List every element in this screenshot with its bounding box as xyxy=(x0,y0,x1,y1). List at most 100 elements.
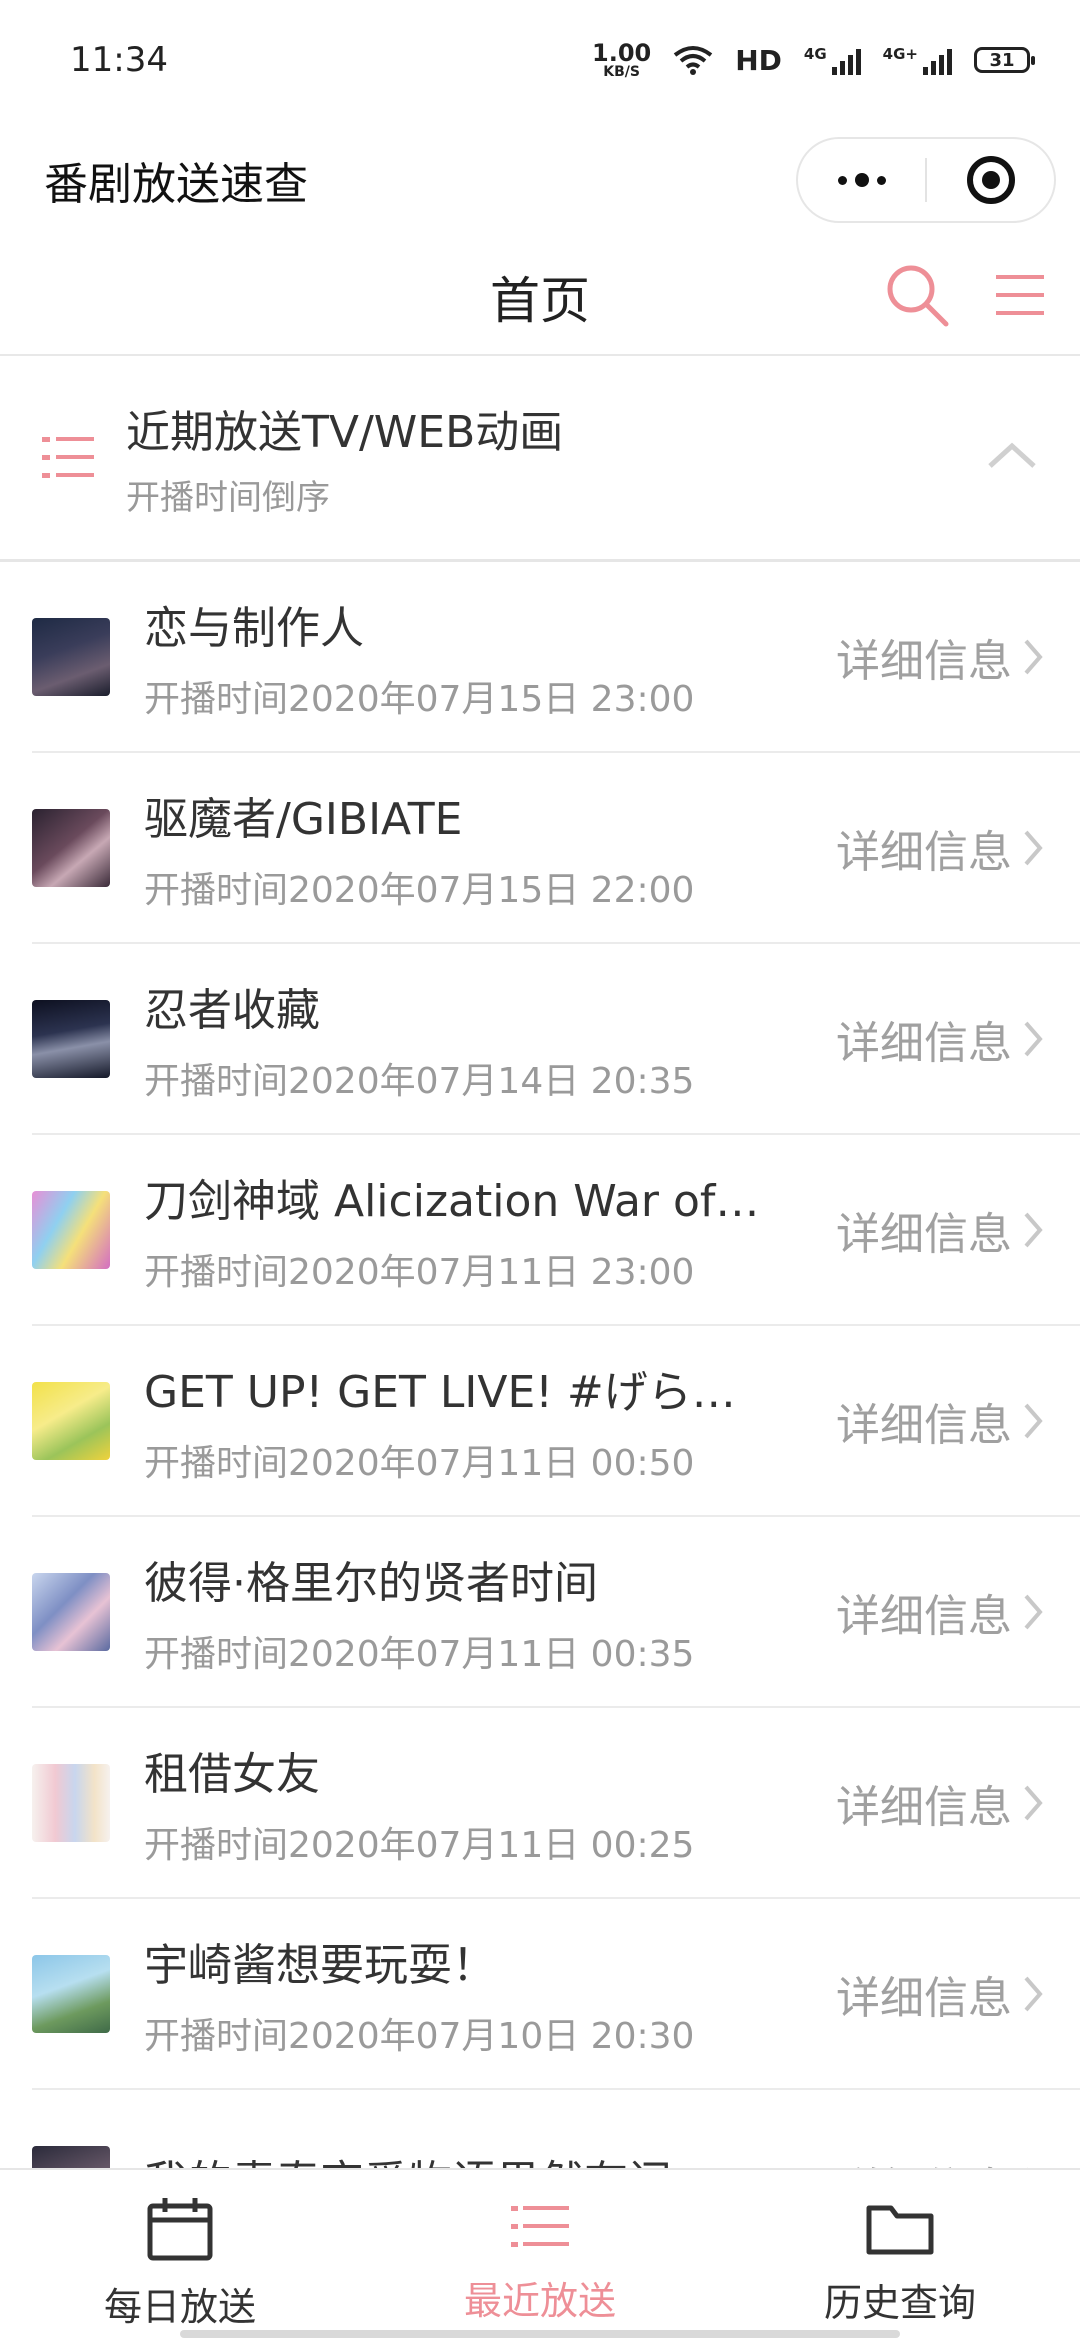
detail-link[interactable]: 详细信息 xyxy=(836,753,1044,942)
anime-list: 恋与制作人 开播时间2020年07月15日 23:00 详细信息 驱魔者/GIB… xyxy=(0,562,1080,2168)
page-title: 首页 xyxy=(490,272,590,330)
item-time: 开播时间2020年07月11日 00:35 xyxy=(144,1633,695,1675)
detail-link[interactable]: 详细信息 xyxy=(836,1326,1044,1515)
chevron-right-icon xyxy=(1024,1403,1043,1438)
menu-icon[interactable] xyxy=(992,267,1048,323)
status-time: 11:34 xyxy=(70,40,168,80)
tab-label: 最近放送 xyxy=(463,2279,616,2323)
cover-thumbnail xyxy=(32,1381,110,1460)
chevron-right-icon xyxy=(1024,1594,1043,1629)
detail-label: 详细信息 xyxy=(836,1208,1012,1260)
item-title: 租借女友 xyxy=(144,1748,320,1800)
chevron-right-icon xyxy=(1024,830,1043,865)
target-icon xyxy=(966,156,1015,204)
item-time: 开播时间2020年07月15日 23:00 xyxy=(144,678,695,720)
list-item[interactable]: 我的青春恋爱物语果然有问… 详细信息 xyxy=(32,2090,1080,2168)
item-title: GET UP! GET LIVE! #げらげら xyxy=(144,1366,764,1418)
cover-thumbnail xyxy=(32,1572,110,1651)
search-icon[interactable] xyxy=(882,260,952,330)
item-time: 开播时间2020年07月15日 22:00 xyxy=(144,869,695,911)
detail-label: 详细信息 xyxy=(836,1017,1012,1069)
list-icon xyxy=(42,436,94,478)
item-title: 彼得·格里尔的贤者时间 xyxy=(144,1557,598,1609)
item-title: 驱魔者/GIBIATE xyxy=(144,793,463,845)
chevron-right-icon xyxy=(1024,1212,1043,1247)
list-item[interactable]: 驱魔者/GIBIATE 开播时间2020年07月15日 22:00 详细信息 xyxy=(32,753,1080,944)
net-speed-value: 1.00 xyxy=(592,39,652,67)
net-speed-unit: KB/S xyxy=(603,64,640,80)
detail-link[interactable]: 详细信息 xyxy=(836,1135,1044,1324)
nav-icons xyxy=(882,260,1048,330)
signal-icon-1: 4G xyxy=(804,45,861,75)
status-bar: 11:34 1.00 KB/S HD 4G 4G+ 31 xyxy=(0,0,1080,120)
battery-icon: 31 xyxy=(974,47,1035,73)
list-item[interactable]: 恋与制作人 开播时间2020年07月15日 23:00 详细信息 xyxy=(32,562,1080,753)
list-icon xyxy=(511,2206,569,2247)
item-time: 开播时间2020年07月14日 20:35 xyxy=(144,1060,695,1102)
tab-label: 每日放送 xyxy=(103,2285,256,2329)
item-title: 我的青春恋爱物语果然有问… xyxy=(144,2146,764,2169)
detail-link[interactable]: 详细信息 xyxy=(836,944,1044,1133)
cover-thumbnail xyxy=(32,1190,110,1269)
chevron-right-icon xyxy=(1024,1021,1043,1056)
item-time: 开播时间2020年07月11日 23:00 xyxy=(144,1251,695,1293)
detail-link[interactable]: 详细信息 xyxy=(836,562,1044,751)
tab-bar: 每日放送 最近放送 历史查询 xyxy=(0,2168,1080,2340)
item-time: 开播时间2020年07月11日 00:50 xyxy=(144,1442,695,1484)
detail-label: 详细信息 xyxy=(836,1781,1012,1833)
detail-label: 详细信息 xyxy=(836,635,1012,687)
tab-daily[interactable]: 每日放送 xyxy=(0,2170,360,2340)
cover-thumbnail xyxy=(32,999,110,1078)
home-indicator xyxy=(180,2330,900,2338)
detail-label: 详细信息 xyxy=(836,1399,1012,1451)
cover-thumbnail xyxy=(32,617,110,696)
section-header[interactable]: 近期放送TV/WEB动画 开播时间倒序 xyxy=(0,356,1080,562)
chevron-right-icon xyxy=(1024,1785,1043,1820)
tab-recent[interactable]: 最近放送 xyxy=(360,2170,720,2340)
item-title: 恋与制作人 xyxy=(144,602,364,654)
item-title: 刀剑神域 Alicization War of … xyxy=(144,1175,764,1227)
app-title: 番剧放送速查 xyxy=(44,159,308,210)
app-header: 番剧放送速查 xyxy=(0,120,1080,240)
cover-thumbnail xyxy=(32,808,110,887)
chevron-right-icon xyxy=(1024,1976,1043,2011)
list-item[interactable]: 彼得·格里尔的贤者时间 开播时间2020年07月11日 00:35 详细信息 xyxy=(32,1517,1080,1708)
list-item[interactable]: 宇崎酱想要玩耍！ 开播时间2020年07月10日 20:30 详细信息 xyxy=(32,1899,1080,2090)
signal-icon-2: 4G+ xyxy=(883,45,952,75)
section-subtitle: 开播时间倒序 xyxy=(126,478,330,518)
tab-label: 历史查询 xyxy=(823,2281,976,2325)
list-item[interactable]: GET UP! GET LIVE! #げらげら 开播时间2020年07月11日 … xyxy=(32,1326,1080,1517)
detail-label: 详细信息 xyxy=(836,2153,1012,2169)
cover-thumbnail xyxy=(32,1954,110,2033)
net-speed: 1.00 KB/S xyxy=(592,41,651,79)
list-item[interactable]: 忍者收藏 开播时间2020年07月14日 20:35 详细信息 xyxy=(32,944,1080,1135)
chevron-right-icon xyxy=(1024,639,1043,674)
list-item[interactable]: 刀剑神域 Alicization War of … 开播时间2020年07月11… xyxy=(32,1135,1080,1326)
cover-thumbnail xyxy=(32,2145,110,2168)
detail-label: 详细信息 xyxy=(836,1590,1012,1642)
tab-history[interactable]: 历史查询 xyxy=(720,2170,1080,2340)
page-nav: 首页 xyxy=(0,240,1080,356)
wifi-icon xyxy=(674,46,713,75)
item-title: 宇崎酱想要玩耍！ xyxy=(144,1939,496,1991)
detail-link[interactable]: 详细信息 xyxy=(836,1708,1044,1897)
section-text: 近期放送TV/WEB动画 开播时间倒序 xyxy=(126,396,1040,519)
calendar-icon xyxy=(147,2198,213,2261)
hd-indicator: HD xyxy=(735,43,782,77)
chevron-up-icon[interactable] xyxy=(986,440,1038,470)
detail-label: 详细信息 xyxy=(836,826,1012,878)
detail-link[interactable]: 详细信息 xyxy=(836,1899,1044,2088)
more-button[interactable] xyxy=(798,139,925,221)
more-dots-icon xyxy=(837,173,886,187)
item-title: 忍者收藏 xyxy=(144,984,320,1036)
list-item[interactable]: 租借女友 开播时间2020年07月11日 00:25 详细信息 xyxy=(32,1708,1080,1899)
capsule-menu xyxy=(796,137,1056,223)
detail-link[interactable]: 详细信息 xyxy=(836,2090,1044,2168)
detail-link[interactable]: 详细信息 xyxy=(836,1517,1044,1706)
item-time: 开播时间2020年07月11日 00:25 xyxy=(144,1824,695,1866)
folder-icon xyxy=(866,2205,934,2255)
status-icons: 1.00 KB/S HD 4G 4G+ 31 xyxy=(592,41,1035,79)
detail-label: 详细信息 xyxy=(836,1972,1012,2024)
cover-thumbnail xyxy=(32,1763,110,1842)
close-miniprogram-button[interactable] xyxy=(927,139,1054,221)
